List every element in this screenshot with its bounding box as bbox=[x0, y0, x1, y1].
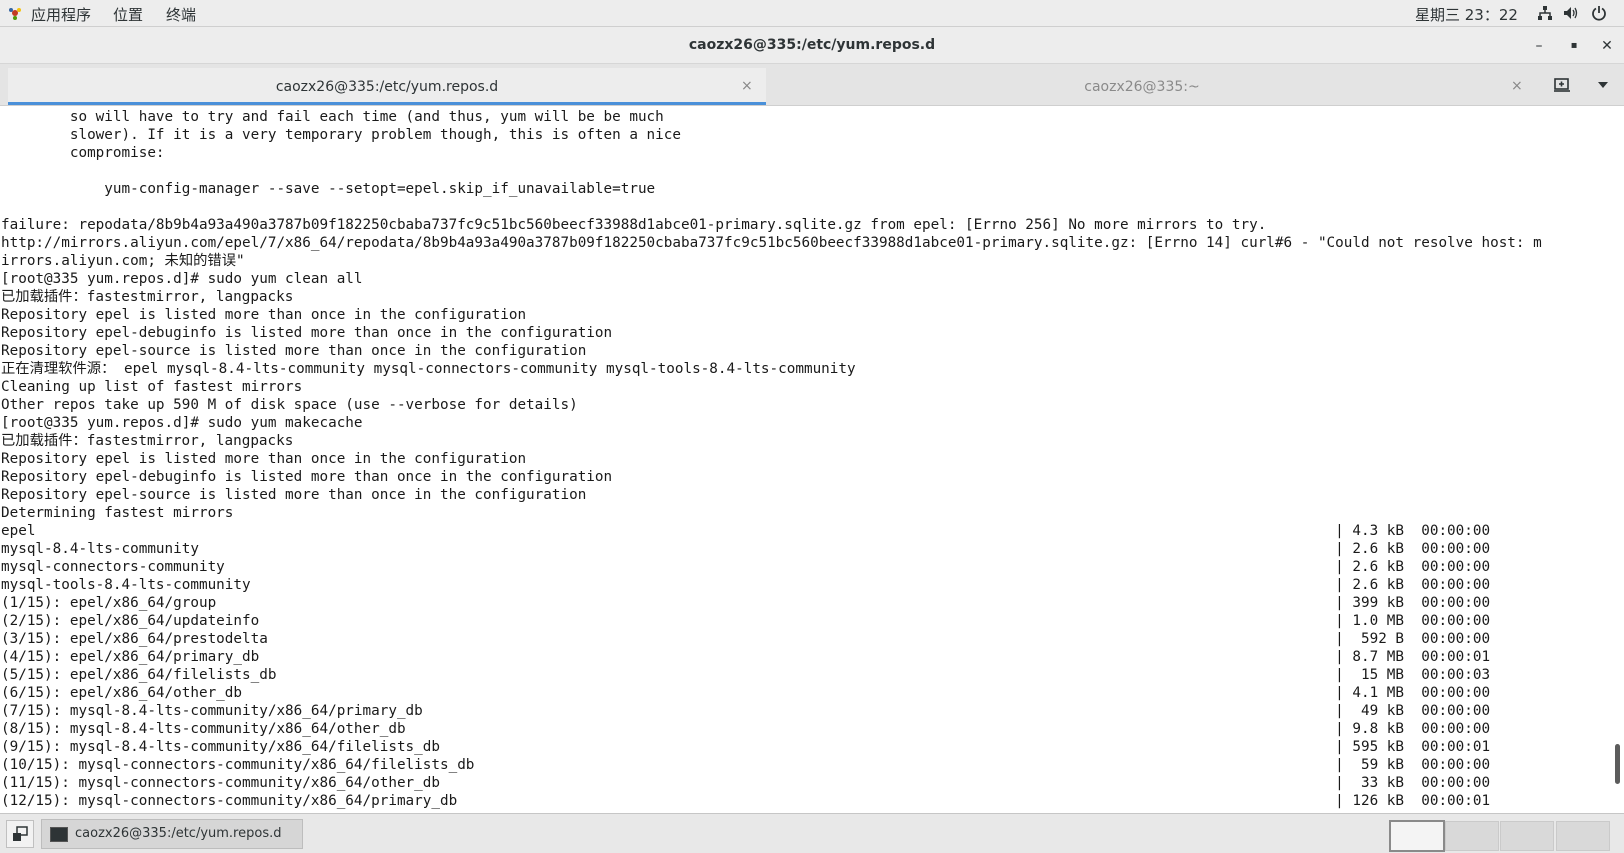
terminal-line: (3/15): epel/x86_64/prestodelta | 592 B … bbox=[1, 631, 1491, 647]
tab-bar: caozx26@335:/etc/yum.repos.d × caozx26@3… bbox=[0, 64, 1624, 106]
terminal-line: Repository epel-debuginfo is listed more… bbox=[1, 325, 613, 341]
terminal-line: mysql-tools-8.4-lts-community | 2.6 kB 0… bbox=[1, 577, 1491, 593]
terminal-line: (4/15): epel/x86_64/primary_db | 8.7 MB … bbox=[1, 649, 1491, 665]
show-desktop-button[interactable] bbox=[6, 820, 34, 848]
terminal-line: mysql-8.4-lts-community | 2.6 kB 00:00:0… bbox=[1, 541, 1491, 557]
terminal-line: Repository epel-debuginfo is listed more… bbox=[1, 469, 613, 485]
menu-applications[interactable]: 应用程序 bbox=[31, 4, 91, 25]
terminal-line: (2/15): epel/x86_64/updateinfo | 1.0 MB … bbox=[1, 613, 1491, 629]
top-panel: 应用程序 位置 终端 星期三 23：22 bbox=[0, 0, 1624, 27]
menu-terminal[interactable]: 终端 bbox=[166, 4, 196, 25]
terminal-line: slower). If it is a very temporary probl… bbox=[1, 127, 681, 143]
minimize-button[interactable]: – bbox=[1528, 35, 1550, 57]
terminal-output[interactable]: so will have to try and fail each time (… bbox=[0, 106, 1612, 813]
terminal-line: (10/15): mysql-connectors-community/x86_… bbox=[1, 757, 1491, 773]
terminal-line: Repository epel-source is listed more th… bbox=[1, 343, 587, 359]
terminal-line: Repository epel is listed more than once… bbox=[1, 451, 527, 467]
terminal-line: failure: repodata/8b9b4a93a490a3787b09f1… bbox=[1, 217, 1267, 233]
terminal-text: so will have to try and fail each time (… bbox=[1, 108, 1542, 810]
scrollbar[interactable] bbox=[1612, 106, 1624, 813]
terminal-line: Determining fastest mirrors bbox=[1, 505, 234, 521]
terminal-line: http://mirrors.aliyun.com/epel/7/x86_64/… bbox=[1, 235, 1542, 251]
workspace-1[interactable] bbox=[1389, 820, 1445, 852]
tab-close-icon[interactable]: × bbox=[1511, 78, 1523, 94]
terminal-line: Cleaning up list of fastest mirrors bbox=[1, 379, 303, 395]
taskbar: caozx26@335:/etc/yum.repos.d bbox=[0, 813, 1624, 853]
tab-close-icon[interactable]: × bbox=[741, 78, 753, 94]
terminal-line: irrors.aliyun.com; 未知的错误" bbox=[1, 253, 245, 269]
workspace-3[interactable] bbox=[1500, 821, 1554, 851]
terminal-line: yum-config-manager --save --setopt=epel.… bbox=[1, 181, 656, 197]
close-button[interactable]: ✕ bbox=[1596, 35, 1618, 57]
terminal-line: compromise: bbox=[1, 145, 165, 161]
terminal-line: Repository epel-source is listed more th… bbox=[1, 487, 587, 503]
terminal-line: 已加载插件：fastestmirror, langpacks bbox=[1, 433, 294, 449]
taskbar-item-terminal[interactable]: caozx26@335:/etc/yum.repos.d bbox=[41, 819, 303, 849]
workspace-2[interactable] bbox=[1445, 821, 1499, 851]
tab-label: caozx26@335:~ bbox=[1084, 79, 1200, 95]
terminal-line: 已加载插件：fastestmirror, langpacks bbox=[1, 289, 294, 305]
new-tab-icon[interactable] bbox=[1553, 77, 1571, 93]
menu-places[interactable]: 位置 bbox=[113, 4, 143, 25]
network-icon[interactable] bbox=[1537, 5, 1553, 21]
terminal-line: (5/15): epel/x86_64/filelists_db | 15 MB… bbox=[1, 667, 1491, 683]
terminal-line: (6/15): epel/x86_64/other_db | 4.1 MB 00… bbox=[1, 685, 1491, 701]
terminal-line: Other repos take up 590 M of disk space … bbox=[1, 397, 578, 413]
power-icon[interactable] bbox=[1591, 5, 1607, 21]
taskbar-item-label: caozx26@335:/etc/yum.repos.d bbox=[75, 826, 282, 841]
terminal-line: 正在清理软件源： epel mysql-8.4-lts-community my… bbox=[1, 361, 856, 377]
terminal-line: (9/15): mysql-8.4-lts-community/x86_64/f… bbox=[1, 739, 1491, 755]
terminal-line: (1/15): epel/x86_64/group | 399 kB 00:00… bbox=[1, 595, 1491, 611]
terminal-line: (12/15): mysql-connectors-community/x86_… bbox=[1, 793, 1491, 809]
window-title: caozx26@335:/etc/yum.repos.d bbox=[688, 37, 936, 53]
terminal-icon bbox=[50, 827, 68, 842]
tab-yum-repos[interactable]: caozx26@335:/etc/yum.repos.d × bbox=[8, 68, 766, 105]
terminal-line: [root@335 yum.repos.d]# sudo yum clean a… bbox=[1, 271, 363, 287]
tab-label: caozx26@335:/etc/yum.repos.d bbox=[275, 79, 499, 95]
applications-icon[interactable] bbox=[8, 6, 22, 20]
terminal-line: Repository epel is listed more than once… bbox=[1, 307, 527, 323]
workspace-4[interactable] bbox=[1556, 821, 1610, 851]
terminal-line: epel | 4.3 kB 00:00:00 bbox=[1, 523, 1491, 539]
terminal-line: [root@335 yum.repos.d]# sudo yum makecac… bbox=[1, 415, 363, 431]
volume-icon[interactable] bbox=[1563, 5, 1579, 21]
chevron-down-icon[interactable] bbox=[1597, 81, 1609, 89]
tab-home[interactable]: caozx26@335:~ × bbox=[766, 68, 1522, 105]
terminal-line: mysql-connectors-community | 2.6 kB 00:0… bbox=[1, 559, 1491, 575]
terminal-line: (7/15): mysql-8.4-lts-community/x86_64/p… bbox=[1, 703, 1491, 719]
terminal-line: so will have to try and fail each time (… bbox=[1, 109, 664, 125]
terminal-line: (11/15): mysql-connectors-community/x86_… bbox=[1, 775, 1491, 791]
maximize-button[interactable]: ▪ bbox=[1563, 35, 1585, 57]
window-titlebar[interactable]: caozx26@335:/etc/yum.repos.d – ▪ ✕ bbox=[0, 27, 1624, 64]
desktop-icon bbox=[13, 826, 28, 841]
scrollbar-thumb[interactable] bbox=[1615, 744, 1620, 784]
clock[interactable]: 星期三 23：22 bbox=[1415, 4, 1518, 25]
terminal-line: (8/15): mysql-8.4-lts-community/x86_64/o… bbox=[1, 721, 1491, 737]
